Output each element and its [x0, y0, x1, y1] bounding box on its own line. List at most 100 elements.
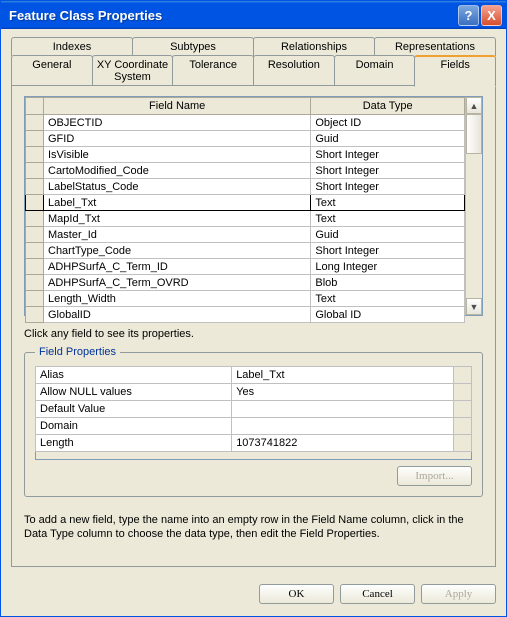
- table-row[interactable]: Master_IdGuid: [26, 227, 465, 243]
- table-row[interactable]: LabelStatus_CodeShort Integer: [26, 179, 465, 195]
- field-name-cell[interactable]: Length_Width: [44, 291, 311, 307]
- field-name-cell[interactable]: ADHPSurfA_C_Term_ID: [44, 259, 311, 275]
- field-name-cell[interactable]: OBJECTID: [44, 115, 311, 131]
- tab-fields[interactable]: Fields: [414, 55, 496, 87]
- row-header[interactable]: [26, 195, 44, 211]
- table-row[interactable]: GlobalIDGlobal ID: [26, 307, 465, 323]
- table-row[interactable]: Label_TxtText: [26, 195, 465, 211]
- field-type-cell[interactable]: Short Integer: [311, 179, 465, 195]
- help-button[interactable]: ?: [458, 5, 479, 26]
- row-header[interactable]: [26, 243, 44, 259]
- field-name-cell[interactable]: CartoModified_Code: [44, 163, 311, 179]
- field-name-cell[interactable]: ChartType_Code: [44, 243, 311, 259]
- tab-domain[interactable]: Domain: [334, 55, 416, 86]
- field-name-cell[interactable]: Master_Id: [44, 227, 311, 243]
- field-type-cell[interactable]: Short Integer: [311, 243, 465, 259]
- table-row[interactable]: CartoModified_CodeShort Integer: [26, 163, 465, 179]
- property-name-cell: Domain: [36, 418, 232, 435]
- import-button: Import...: [397, 466, 472, 486]
- field-name-cell[interactable]: IsVisible: [44, 147, 311, 163]
- fields-table[interactable]: Field Name Data Type OBJECTIDObject IDGF…: [25, 97, 465, 323]
- title-bar[interactable]: Feature Class Properties ? X: [1, 1, 506, 29]
- field-type-cell[interactable]: Guid: [311, 131, 465, 147]
- field-properties-legend: Field Properties: [35, 346, 120, 358]
- row-header[interactable]: [26, 115, 44, 131]
- field-type-cell[interactable]: Guid: [311, 227, 465, 243]
- window-title: Feature Class Properties: [9, 8, 456, 23]
- property-value-cell[interactable]: Label_Txt: [232, 367, 454, 384]
- property-button-cell[interactable]: [454, 418, 472, 435]
- property-button-cell[interactable]: [454, 401, 472, 418]
- field-type-cell[interactable]: Short Integer: [311, 163, 465, 179]
- row-header[interactable]: [26, 147, 44, 163]
- row-header[interactable]: [26, 275, 44, 291]
- tab-xy-coordinate-system[interactable]: XY Coordinate System: [92, 55, 174, 86]
- properties-table[interactable]: AliasLabel_TxtAllow NULL valuesYesDefaul…: [35, 366, 472, 452]
- field-name-cell[interactable]: ADHPSurfA_C_Term_OVRD: [44, 275, 311, 291]
- property-button-cell[interactable]: [454, 367, 472, 384]
- property-value-cell[interactable]: 1073741822: [232, 435, 454, 452]
- table-row[interactable]: ADHPSurfA_C_Term_IDLong Integer: [26, 259, 465, 275]
- field-name-cell[interactable]: MapId_Txt: [44, 211, 311, 227]
- fields-scrollbar[interactable]: ▲ ▼: [465, 97, 482, 315]
- row-header[interactable]: [26, 211, 44, 227]
- row-header[interactable]: [26, 227, 44, 243]
- apply-button: Apply: [421, 584, 496, 604]
- field-name-cell[interactable]: Label_Txt: [44, 195, 311, 211]
- fields-header-name[interactable]: Field Name: [44, 98, 311, 115]
- property-row[interactable]: Domain: [36, 418, 472, 435]
- field-type-cell[interactable]: Text: [311, 291, 465, 307]
- cancel-button[interactable]: Cancel: [340, 584, 415, 604]
- property-row[interactable]: Default Value: [36, 401, 472, 418]
- property-button-cell[interactable]: [454, 384, 472, 401]
- property-value-cell[interactable]: [232, 401, 454, 418]
- tab-representations[interactable]: Representations: [374, 37, 496, 56]
- table-row[interactable]: GFIDGuid: [26, 131, 465, 147]
- field-properties-group: Field Properties AliasLabel_TxtAllow NUL…: [24, 346, 483, 497]
- fields-header-type[interactable]: Data Type: [311, 98, 465, 115]
- row-header[interactable]: [26, 163, 44, 179]
- property-row[interactable]: AliasLabel_Txt: [36, 367, 472, 384]
- field-name-cell[interactable]: LabelStatus_Code: [44, 179, 311, 195]
- tab-subtypes[interactable]: Subtypes: [132, 37, 254, 56]
- field-type-cell[interactable]: Text: [311, 211, 465, 227]
- property-name-cell: Default Value: [36, 401, 232, 418]
- dialog-content: Indexes Subtypes Relationships Represent…: [1, 29, 506, 576]
- ok-button[interactable]: OK: [259, 584, 334, 604]
- row-header[interactable]: [26, 307, 44, 323]
- scroll-track[interactable]: [466, 114, 482, 298]
- row-header[interactable]: [26, 131, 44, 147]
- field-name-cell[interactable]: GlobalID: [44, 307, 311, 323]
- property-row[interactable]: Allow NULL valuesYes: [36, 384, 472, 401]
- tab-indexes[interactable]: Indexes: [11, 37, 133, 56]
- property-button-cell[interactable]: [454, 435, 472, 452]
- field-type-cell[interactable]: Blob: [311, 275, 465, 291]
- field-type-cell[interactable]: Text: [311, 195, 465, 211]
- table-row[interactable]: ADHPSurfA_C_Term_OVRDBlob: [26, 275, 465, 291]
- scroll-thumb[interactable]: [466, 114, 482, 154]
- close-button[interactable]: X: [481, 5, 502, 26]
- tab-relationships[interactable]: Relationships: [253, 37, 375, 56]
- field-type-cell[interactable]: Object ID: [311, 115, 465, 131]
- property-row[interactable]: Length1073741822: [36, 435, 472, 452]
- property-value-cell[interactable]: Yes: [232, 384, 454, 401]
- table-row[interactable]: OBJECTIDObject ID: [26, 115, 465, 131]
- field-type-cell[interactable]: Global ID: [311, 307, 465, 323]
- tab-general[interactable]: General: [11, 55, 93, 86]
- field-type-cell[interactable]: Short Integer: [311, 147, 465, 163]
- table-row[interactable]: IsVisibleShort Integer: [26, 147, 465, 163]
- tab-resolution[interactable]: Resolution: [253, 55, 335, 86]
- property-value-cell[interactable]: [232, 418, 454, 435]
- scroll-down-button[interactable]: ▼: [466, 298, 482, 315]
- field-type-cell[interactable]: Long Integer: [311, 259, 465, 275]
- row-header[interactable]: [26, 291, 44, 307]
- scroll-up-button[interactable]: ▲: [466, 97, 482, 114]
- row-header[interactable]: [26, 259, 44, 275]
- table-row[interactable]: ChartType_CodeShort Integer: [26, 243, 465, 259]
- tab-tolerance[interactable]: Tolerance: [172, 55, 254, 86]
- field-name-cell[interactable]: GFID: [44, 131, 311, 147]
- hint-text: Click any field to see its properties.: [24, 328, 483, 340]
- table-row[interactable]: MapId_TxtText: [26, 211, 465, 227]
- table-row[interactable]: Length_WidthText: [26, 291, 465, 307]
- row-header[interactable]: [26, 179, 44, 195]
